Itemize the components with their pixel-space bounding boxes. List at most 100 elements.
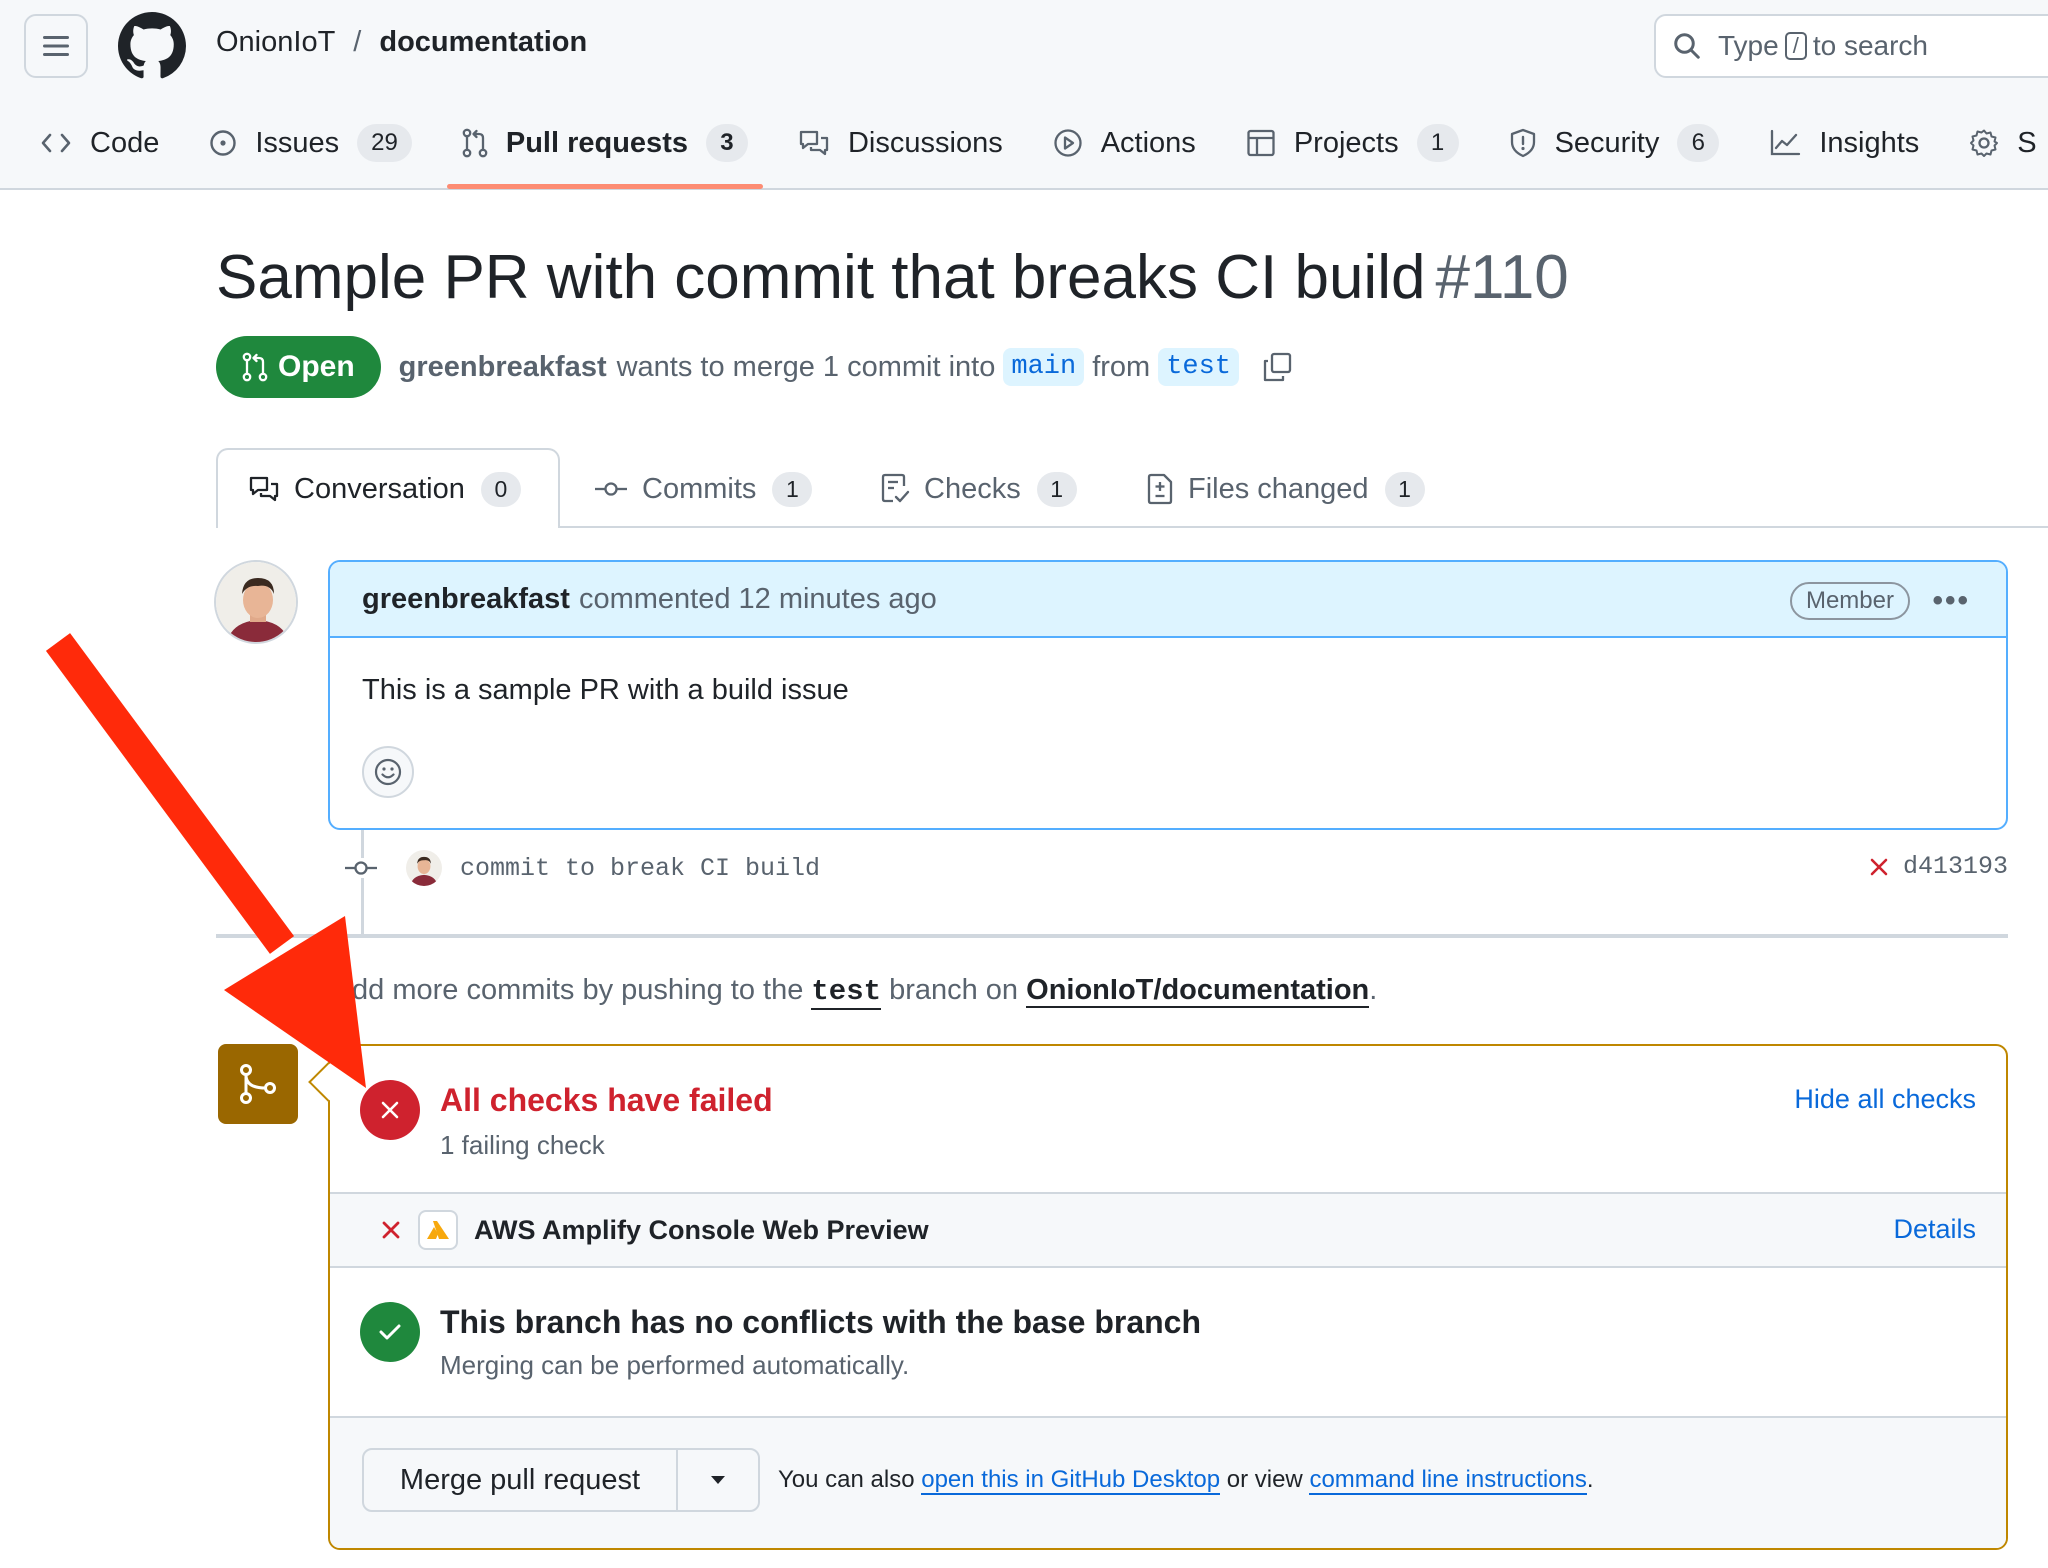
tab-actions-label: Actions [1100, 126, 1196, 159]
tab-actions[interactable]: Actions [1053, 118, 1196, 168]
hide-all-checks-button[interactable]: Hide all checks [1794, 1084, 1976, 1115]
graph-icon [1771, 129, 1801, 156]
search-placeholder-prefix: Type [1718, 30, 1779, 61]
merge-status-icon-box [218, 1044, 298, 1124]
triangle-down-icon [711, 1476, 725, 1484]
issues-count-badge: 29 [357, 124, 412, 162]
x-icon[interactable] [1869, 857, 1889, 877]
push-hint-prefix: dd more commits by pushing to the [352, 974, 804, 1006]
merge-pull-request-button[interactable]: Merge pull request [364, 1450, 678, 1510]
search-placeholder-suffix: to search [1812, 30, 1928, 61]
repo-name-link[interactable]: documentation [379, 26, 587, 59]
commit-author-avatar[interactable] [406, 850, 442, 886]
git-commit-icon [595, 482, 627, 496]
add-reaction-button[interactable] [362, 746, 414, 798]
git-pull-request-icon [242, 352, 268, 382]
projects-count-badge: 1 [1416, 124, 1459, 162]
page-title: Sample PR with commit that breaks CI bui… [216, 242, 1569, 313]
push-hint-branch: test [811, 975, 882, 1010]
tab-files-changed[interactable]: Files changed 1 [1146, 468, 1425, 510]
tab-security-label: Security [1554, 126, 1660, 159]
conflicts-section: This branch has no conflicts with the ba… [330, 1268, 2006, 1418]
repo-nav: Code Issues 29 Pull requests 3 Discussio… [40, 118, 2037, 168]
commits-count-badge: 1 [772, 471, 813, 507]
merge-hint-middle: or view [1226, 1466, 1303, 1493]
commit-sha-link[interactable]: d413193 [1903, 852, 2008, 881]
merge-hint: You can also open this in GitHub Desktop… [778, 1466, 1594, 1495]
tab-issues-label: Issues [255, 126, 340, 159]
user-avatar-image [216, 562, 296, 642]
checks-failed-icon [360, 1080, 420, 1140]
comment-timestamp[interactable]: commented 12 minutes ago [579, 583, 937, 616]
merge-hint-prefix: You can also [778, 1466, 915, 1493]
tab-settings[interactable]: S [1969, 118, 2037, 168]
tab-projects[interactable]: Projects 1 [1246, 118, 1459, 168]
status-badge: Open [216, 336, 381, 398]
github-logo-icon[interactable] [118, 12, 186, 80]
tab-discussions-label: Discussions [847, 126, 1003, 159]
security-count-badge: 6 [1677, 124, 1720, 162]
tab-insights[interactable]: Insights [1769, 118, 1919, 168]
no-conflicts-title: This branch has no conflicts with the ba… [440, 1304, 1202, 1340]
tab-pull-requests[interactable]: Pull requests 3 [462, 118, 748, 168]
check-run-row: AWS Amplify Console Web Preview Details [330, 1194, 2006, 1268]
search-input[interactable]: Type / to search [1654, 14, 2048, 78]
checklist-icon [881, 473, 910, 503]
search-icon [1674, 33, 1700, 59]
merge-button-group: Merge pull request [362, 1448, 760, 1512]
smiley-icon [374, 758, 402, 786]
comment-discussion-icon [799, 130, 829, 156]
tab-conversation-label: Conversation [294, 472, 465, 505]
tab-code[interactable]: Code [40, 118, 159, 168]
open-desktop-link[interactable]: open this in GitHub Desktop [921, 1466, 1221, 1495]
copy-branch-button[interactable] [1261, 351, 1293, 383]
timeline-divider [216, 934, 2008, 938]
tab-projects-label: Projects [1293, 126, 1399, 159]
pr-title-text: Sample PR with commit that breaks CI bui… [216, 243, 1426, 312]
merge-box: All checks have failed 1 failing check H… [328, 1044, 2008, 1550]
tab-commits[interactable]: Commits 1 [594, 468, 813, 510]
tab-commits-label: Commits [642, 472, 757, 505]
tab-conversation[interactable]: Conversation 0 [248, 468, 521, 510]
tab-checks[interactable]: Checks 1 [880, 468, 1077, 510]
git-pull-request-icon [462, 128, 488, 158]
kebab-menu-icon[interactable]: ••• [1932, 584, 1970, 618]
aws-amplify-logo-icon [418, 1210, 458, 1250]
merge-method-dropdown[interactable] [678, 1450, 758, 1510]
breadcrumb: OnionIoT / documentation [216, 26, 587, 59]
tab-discussions[interactable]: Discussions [798, 118, 1003, 168]
repo-owner-link[interactable]: OnionIoT [216, 26, 335, 59]
pr-from-text: from [1092, 350, 1151, 383]
check-details-link[interactable]: Details [1893, 1214, 1976, 1245]
avatar[interactable] [214, 560, 298, 644]
menu-button[interactable] [24, 14, 88, 78]
member-badge: Member [1789, 582, 1910, 620]
repo-link[interactable]: OnionIoT/documentation [1026, 974, 1370, 1008]
x-icon [381, 1101, 399, 1119]
commit-message-link[interactable]: commit to break CI build [460, 854, 820, 883]
pr-author-link[interactable]: greenbreakfast [399, 351, 607, 384]
status-label: Open [278, 350, 355, 383]
check-run-name: AWS Amplify Console Web Preview [474, 1214, 929, 1245]
tab-issues[interactable]: Issues 29 [209, 118, 412, 168]
user-avatar-image [406, 850, 442, 886]
checks-failed-count: 1 failing check [440, 1130, 605, 1160]
base-branch-label[interactable]: main [1003, 348, 1085, 386]
selected-tab-indicator [447, 184, 763, 189]
tab-security[interactable]: Security 6 [1509, 118, 1720, 168]
code-icon [41, 133, 71, 153]
tab-checks-label: Checks [924, 472, 1021, 505]
play-icon [1054, 129, 1082, 157]
no-conflicts-subtitle: Merging can be performed automatically. [440, 1350, 910, 1380]
command-line-instructions-link[interactable]: command line instructions [1309, 1466, 1587, 1495]
issue-opened-icon [210, 130, 237, 156]
push-hint-suffix: . [1369, 974, 1378, 1006]
tab-pull-requests-label: Pull requests [505, 126, 688, 159]
head-branch-label[interactable]: test [1158, 348, 1239, 386]
tab-insights-label: Insights [1819, 126, 1920, 159]
breadcrumb-separator: / [353, 26, 362, 58]
files-count-badge: 1 [1384, 471, 1425, 507]
comment-author-link[interactable]: greenbreakfast [362, 583, 570, 616]
app-header: OnionIoT / documentation Type / to searc… [0, 0, 2048, 190]
checks-summary: All checks have failed 1 failing check H… [330, 1046, 2006, 1194]
